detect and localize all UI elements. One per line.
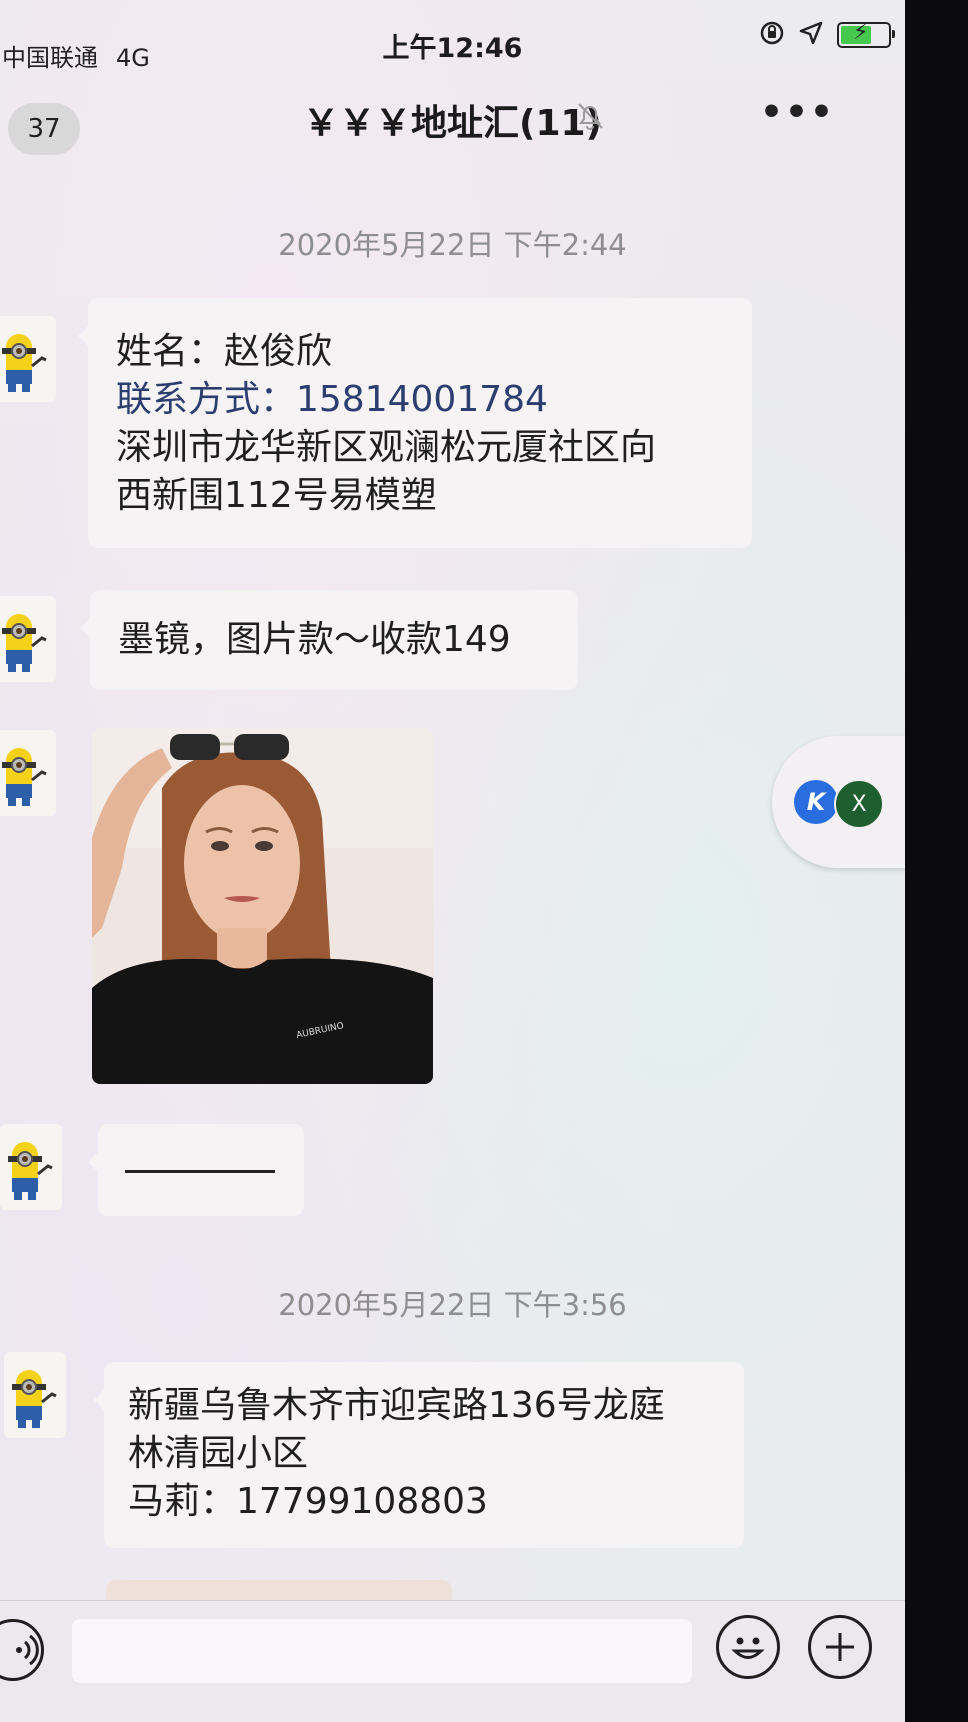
voice-icon[interactable]: [0, 1619, 44, 1681]
minion-avatar[interactable]: [0, 596, 56, 682]
orientation-lock-icon: [759, 20, 785, 50]
minion-avatar[interactable]: [4, 1352, 66, 1438]
chat-nav-bar: 37 ￥￥￥地址汇(11) •••: [0, 80, 905, 170]
message-bubble[interactable]: 新疆乌鲁木齐市迎宾路136号龙庭 林清园小区 马莉：17799108803: [94, 1362, 744, 1548]
floating-k-icon[interactable]: K: [794, 780, 838, 824]
phone-number-link[interactable]: 联系方式：15814001784: [116, 376, 724, 424]
message-line: 马莉：17799108803: [128, 1481, 488, 1522]
bell-slash-icon: [575, 100, 605, 136]
message-line: 姓名：赵俊欣: [116, 331, 333, 372]
battery-charging-icon: ⚡: [837, 20, 895, 48]
message-timestamp: 2020年5月22日 下午2:44: [278, 228, 627, 262]
plus-icon[interactable]: [808, 1615, 872, 1679]
chat-input-bar: [0, 1600, 905, 1722]
message-line: 深圳市龙华新区观澜松元厦社区向: [116, 427, 657, 468]
emoji-icon[interactable]: [716, 1615, 780, 1679]
message-bubble[interactable]: 姓名：赵俊欣 联系方式：15814001784 深圳市龙华新区观澜松元厦社区向 …: [78, 298, 752, 548]
partial-message-bubble: [106, 1580, 452, 1600]
floating-close-icon[interactable]: X: [834, 779, 884, 829]
message-line: 林清园小区: [128, 1433, 309, 1474]
more-options-button[interactable]: •••: [760, 92, 835, 133]
message-input[interactable]: [72, 1619, 692, 1683]
device-bezel: [905, 0, 968, 1722]
location-arrow-icon: [799, 21, 823, 49]
image-message[interactable]: AUBRUINO: [92, 728, 433, 1084]
message-timestamp: 2020年5月22日 下午3:56: [278, 1288, 627, 1322]
floating-widget[interactable]: K X: [772, 736, 905, 868]
minion-avatar[interactable]: [0, 316, 56, 402]
message-bubble[interactable]: 墨镜，图片款～收款149: [80, 590, 578, 690]
message-line: 西新围112号易模塑: [116, 475, 437, 516]
divider-line: [125, 1170, 275, 1173]
message-line: 新疆乌鲁木齐市迎宾路136号龙庭: [128, 1385, 665, 1426]
message-line: 墨镜，图片款～收款149: [118, 619, 511, 660]
chat-screen: 中国联通 4G 上午12:46 ⚡ 37 ￥￥￥地址汇(11) ••• 2020年…: [0, 0, 905, 1722]
status-icons: ⚡: [759, 20, 895, 50]
message-bubble[interactable]: [88, 1124, 304, 1216]
status-bar: 中国联通 4G 上午12:46 ⚡: [0, 0, 905, 90]
minion-avatar[interactable]: [0, 1124, 62, 1210]
minion-avatar[interactable]: [0, 730, 56, 816]
